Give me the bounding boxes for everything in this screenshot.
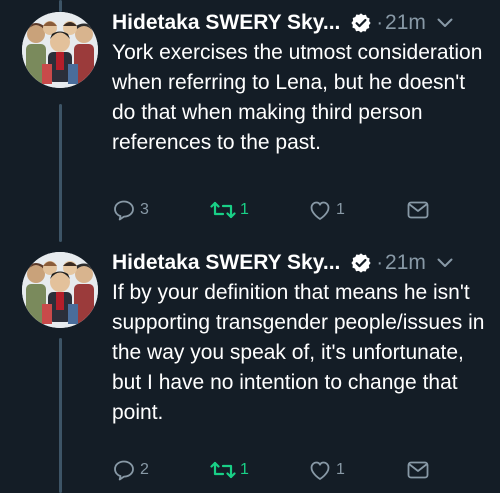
tweet[interactable]: Hidetaka SWERY Sky... · 21m York exercis… <box>0 0 500 240</box>
tweet[interactable]: Hidetaka SWERY Sky... · 21m If by your d… <box>0 240 500 493</box>
avatar-image <box>22 252 98 328</box>
direct-message-button[interactable] <box>406 200 430 220</box>
avatar[interactable] <box>22 12 98 88</box>
like-button[interactable]: 1 <box>308 199 406 221</box>
retweet-icon <box>210 200 236 220</box>
heart-icon <box>308 459 332 481</box>
tweet-header: Hidetaka SWERY Sky... · 21m <box>112 248 482 278</box>
retweet-button[interactable]: 1 <box>210 200 308 220</box>
reply-button[interactable]: 2 <box>112 459 210 481</box>
author-name[interactable]: Hidetaka SWERY Sky... <box>112 11 340 35</box>
like-count: 1 <box>336 201 345 218</box>
timeline: Hidetaka SWERY Sky... · 21m York exercis… <box>0 0 500 493</box>
chevron-down-icon[interactable] <box>436 254 454 272</box>
retweet-icon <box>210 460 236 480</box>
author-name[interactable]: Hidetaka SWERY Sky... <box>112 251 340 275</box>
reply-count: 3 <box>140 201 149 218</box>
reply-count: 2 <box>140 461 149 478</box>
verified-badge-icon <box>350 252 372 274</box>
tweet-actions: 2 1 1 <box>112 456 460 484</box>
direct-message-button[interactable] <box>406 460 430 480</box>
tweet-text: If by your definition that means he isn'… <box>112 281 485 424</box>
verified-badge-icon <box>350 12 372 34</box>
avatar[interactable] <box>22 252 98 328</box>
reply-icon <box>112 199 136 221</box>
timestamp[interactable]: 21m <box>385 11 426 35</box>
retweet-count: 1 <box>240 201 249 218</box>
like-button[interactable]: 1 <box>308 459 406 481</box>
separator-dot: · <box>376 251 384 274</box>
retweet-count: 1 <box>240 461 249 478</box>
direct-message-icon <box>406 460 430 480</box>
tweet-text: York exercises the utmost consideration … <box>112 41 483 154</box>
like-count: 1 <box>336 461 345 478</box>
tweet-header: Hidetaka SWERY Sky... · 21m <box>112 8 482 38</box>
avatar-image <box>22 12 98 88</box>
chevron-down-icon[interactable] <box>436 14 454 32</box>
separator-dot: · <box>376 11 384 34</box>
tweet-actions: 3 1 1 <box>112 196 460 224</box>
direct-message-icon <box>406 200 430 220</box>
reply-button[interactable]: 3 <box>112 199 210 221</box>
reply-icon <box>112 459 136 481</box>
timestamp[interactable]: 21m <box>385 251 426 275</box>
retweet-button[interactable]: 1 <box>210 460 308 480</box>
heart-icon <box>308 199 332 221</box>
